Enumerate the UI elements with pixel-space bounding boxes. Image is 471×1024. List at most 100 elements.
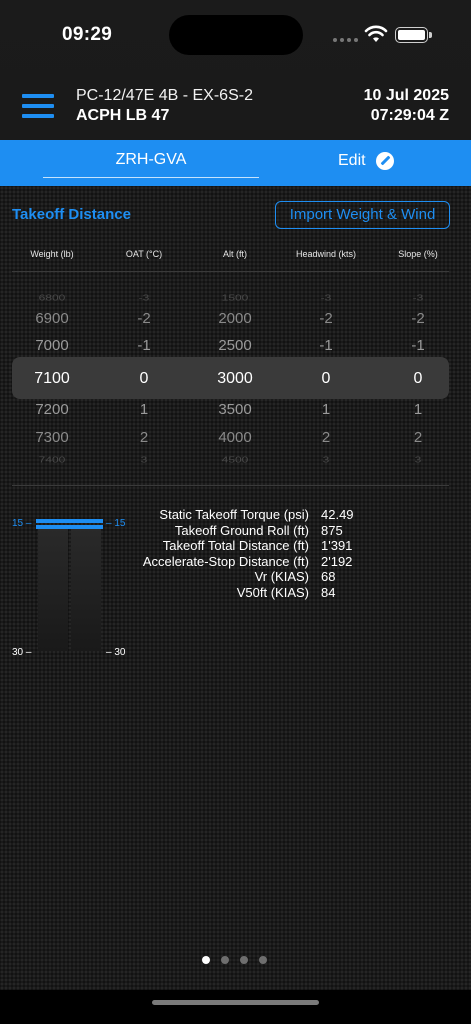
picker-row[interactable]: 7300 2 4000 2 2 — [0, 429, 471, 449]
gauge-label-bottom-right: – 30 — [106, 647, 126, 658]
hamburger-menu-icon[interactable] — [22, 94, 54, 118]
picker-row-selected[interactable]: 7100 0 3000 0 0 — [0, 370, 471, 390]
column-alt: Alt (ft) — [223, 249, 247, 259]
picker-oat: -3 — [138, 293, 150, 303]
picker-oat: -2 — [137, 310, 151, 327]
takeoff-results: Static Takeoff Torque (psi) 42.49 Takeof… — [120, 507, 460, 600]
result-value: 68 — [321, 569, 336, 584]
gauge-label-top-left: 15 – — [12, 518, 32, 529]
picker-alt: 1500 — [221, 293, 249, 303]
picker-headwind: 2 — [321, 429, 331, 446]
page-dot-1[interactable] — [202, 956, 210, 964]
picker-row[interactable]: 7200 1 3500 1 1 — [0, 401, 471, 421]
picker-weight: 7400 — [38, 455, 66, 464]
picker-headwind: 1 — [321, 401, 331, 418]
torque-gauge: 15 – – 15 30 – – 30 — [10, 515, 135, 660]
picker-headwind: 0 — [321, 370, 331, 387]
picker-slope: 1 — [413, 401, 423, 418]
column-slope: Slope (%) — [398, 249, 438, 259]
home-bar — [0, 990, 471, 1024]
value-picker[interactable]: 6800 -3 1500 -3 -3 6900 -2 2000 -2 -2 70… — [0, 286, 471, 464]
picker-slope: 2 — [413, 429, 423, 446]
picker-alt: 4000 — [218, 429, 252, 446]
picker-oat: 2 — [139, 429, 149, 446]
app-header: PC-12/47E 4B - EX-6S-2 ACPH LB 47 10 Jul… — [0, 72, 471, 140]
import-weight-wind-button[interactable]: Import Weight & Wind — [275, 201, 450, 229]
picker-row[interactable]: 7000 -1 2500 -1 -1 — [0, 337, 471, 357]
divider — [12, 485, 449, 486]
page-dot-2[interactable] — [221, 956, 229, 964]
dynamic-island — [169, 15, 303, 55]
result-value: 42.49 — [321, 507, 354, 522]
column-oat: OAT (°C) — [125, 249, 163, 259]
picker-row[interactable]: 6900 -2 2000 -2 -2 — [0, 310, 471, 330]
picker-slope: -2 — [411, 310, 425, 327]
column-headwind: Headwind (kts) — [295, 249, 357, 259]
picker-weight: 7300 — [35, 429, 69, 446]
result-row: Takeoff Total Distance (ft) 1'391 — [120, 538, 460, 554]
picker-oat: -1 — [137, 337, 151, 354]
picker-alt: 3000 — [217, 370, 253, 387]
result-label: Takeoff Total Distance (ft) — [162, 538, 309, 553]
column-weight: Weight (lb) — [30, 249, 74, 259]
aircraft-registration: ACPH LB 47 — [76, 107, 170, 124]
picker-headwind: 3 — [322, 455, 330, 464]
picker-slope: -3 — [412, 293, 424, 303]
result-value: 1'391 — [321, 538, 353, 553]
picker-weight: 7100 — [34, 370, 70, 387]
home-indicator[interactable] — [152, 1000, 319, 1005]
picker-slope: -1 — [411, 337, 425, 354]
gauge-label-bottom-left: 30 – — [12, 647, 32, 658]
result-row: Takeoff Ground Roll (ft) 875 — [120, 523, 460, 539]
picker-headwind: -2 — [319, 310, 333, 327]
result-label: Takeoff Ground Roll (ft) — [174, 522, 309, 538]
picker-alt: 2000 — [218, 310, 252, 327]
section-title: Takeoff Distance — [12, 206, 131, 223]
picker-slope: 3 — [414, 455, 422, 464]
gauge-column-left — [38, 527, 68, 651]
picker-row[interactable]: 7400 3 4500 3 3 — [0, 455, 471, 464]
picker-weight: 6900 — [35, 310, 69, 327]
result-row: Accelerate-Stop Distance (ft) 2'192 — [120, 554, 460, 570]
edit-button[interactable]: Edit — [338, 152, 394, 170]
picker-slope: 0 — [413, 370, 423, 387]
picker-oat: 3 — [140, 455, 148, 464]
result-label: Static Takeoff Torque (psi) — [159, 507, 309, 522]
result-value: 2'192 — [321, 553, 353, 569]
aircraft-info: PC-12/47E 4B - EX-6S-2 ACPH LB 47 — [76, 87, 253, 125]
picker-headwind: -3 — [320, 293, 332, 303]
header-date: 10 Jul 2025 — [363, 87, 449, 104]
gauge-column-right — [71, 527, 101, 651]
app-screen: 09:29 PC-12/47E 4B - EX-6S-2 ACPH LB 47 … — [0, 0, 471, 1024]
route-tab-bar: ZRH-GVA Edit — [0, 140, 471, 186]
divider — [12, 271, 449, 272]
picker-oat: 0 — [139, 370, 149, 387]
page-dot-3[interactable] — [240, 956, 248, 964]
aircraft-model: PC-12/47E 4B - EX-6S-2 — [76, 87, 253, 104]
page-indicator — [202, 956, 267, 964]
status-bar: 09:29 — [0, 0, 471, 72]
page-dot-4[interactable] — [259, 956, 267, 964]
picker-weight: 7000 — [35, 337, 69, 354]
result-label: Vr (KIAS) — [254, 569, 309, 584]
zulu-datetime: 10 Jul 2025 07:29:04 Z — [364, 87, 449, 125]
picker-alt: 4500 — [221, 455, 249, 464]
tab-route[interactable]: ZRH-GVA — [43, 148, 259, 178]
picker-headwind: -1 — [319, 337, 333, 354]
result-value: 875 — [321, 522, 343, 538]
battery-icon — [395, 27, 432, 43]
result-row: Vr (KIAS) 68 — [120, 569, 460, 585]
cellular-signal-icon — [333, 38, 358, 42]
result-value: 84 — [321, 584, 336, 600]
result-label: Accelerate-Stop Distance (ft) — [142, 553, 309, 569]
result-label: V50ft (KIAS) — [236, 584, 309, 600]
gauge-indicator-bar — [36, 519, 103, 523]
result-row: Static Takeoff Torque (psi) 42.49 — [120, 507, 460, 523]
pencil-icon — [375, 152, 394, 170]
wifi-icon — [364, 25, 388, 42]
picker-row[interactable]: 6800 -3 1500 -3 -3 — [0, 293, 471, 307]
status-time: 09:29 — [62, 24, 113, 45]
result-row: V50ft (KIAS) 84 — [120, 585, 460, 601]
edit-label: Edit — [338, 152, 366, 169]
picker-weight: 6800 — [38, 293, 66, 303]
